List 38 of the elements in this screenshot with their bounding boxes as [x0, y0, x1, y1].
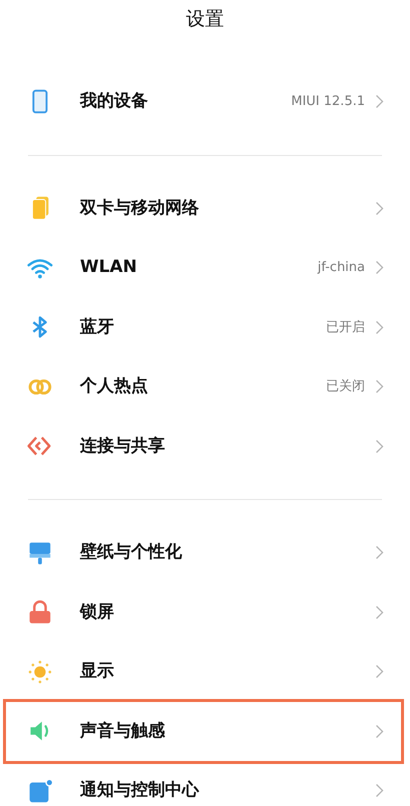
- settings-row[interactable]: 通知与控制中心: [0, 761, 410, 806]
- chevron-icon: [375, 94, 384, 110]
- row-label: WLAN: [80, 256, 138, 279]
- row-label: 锁屏: [80, 600, 115, 624]
- chevron-icon: [375, 664, 384, 680]
- row-value: 已开启: [326, 318, 365, 336]
- settings-row[interactable]: 蓝牙 已开启: [0, 298, 410, 357]
- chevron-icon: [375, 379, 384, 394]
- settings-row[interactable]: 壁纸与个性化: [0, 523, 410, 582]
- row-value: 已关闭: [326, 378, 365, 396]
- row-label: 通知与控制中心: [80, 779, 200, 802]
- settings-row[interactable]: 连接与共享: [0, 416, 410, 476]
- settings-row[interactable]: 双卡与移动网络: [0, 178, 410, 238]
- chevron-icon: [375, 200, 384, 216]
- row-value: MIUI 12.5.1: [291, 93, 365, 111]
- chevron-icon: [375, 320, 384, 335]
- row-value: jf-china: [318, 259, 365, 277]
- row-label: 蓝牙: [80, 316, 115, 338]
- row-label: 个人热点: [80, 375, 149, 398]
- chevron-icon: [375, 604, 384, 620]
- row-label: 双卡与移动网络: [80, 196, 200, 220]
- settings-row[interactable]: WLAN jf-china: [0, 238, 410, 298]
- settings-row[interactable]: 显示: [0, 642, 410, 702]
- row-label: 显示: [80, 660, 115, 683]
- settings-row[interactable]: 我的设备 MIUI 12.5.1: [0, 72, 410, 132]
- settings-row[interactable]: 锁屏: [0, 582, 410, 642]
- row-label: 我的设备: [80, 90, 149, 113]
- settings-row[interactable]: 个人热点 已关闭: [0, 357, 410, 416]
- chevron-icon: [375, 783, 384, 798]
- row-label: 壁纸与个性化: [80, 541, 183, 564]
- chevron-icon: [375, 260, 384, 276]
- chevron-icon: [375, 724, 384, 739]
- row-label: 连接与共享: [80, 434, 166, 458]
- page-title: 设置: [186, 6, 224, 32]
- chevron-icon: [375, 438, 384, 454]
- highlighted-settings-row[interactable]: 声音与触感: [6, 702, 401, 761]
- row-label: 声音与触感: [80, 720, 166, 742]
- chevron-icon: [375, 545, 384, 560]
